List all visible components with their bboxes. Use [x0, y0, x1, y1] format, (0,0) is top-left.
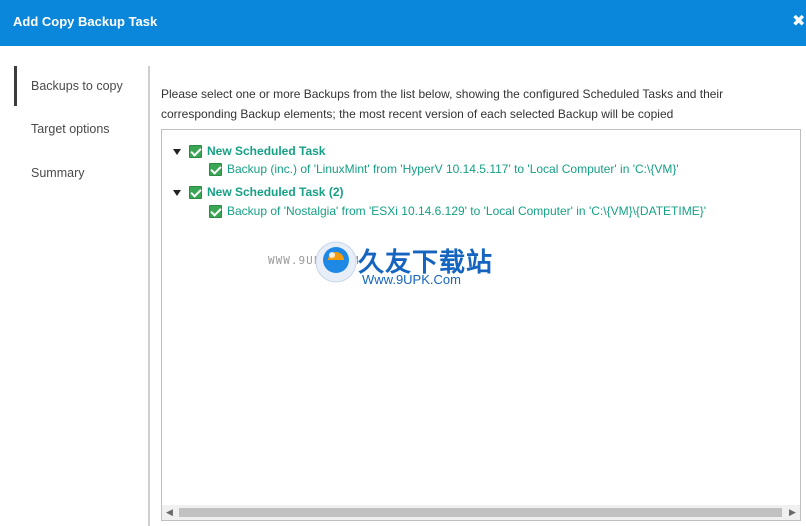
expand-caret-icon[interactable] — [173, 189, 181, 196]
tree-node-backup-2[interactable]: Backup of 'Nostalgia' from 'ESXi 10.14.6… — [209, 203, 706, 219]
nav-item-backups-to-copy[interactable]: Backups to copy — [31, 79, 123, 93]
close-icon[interactable]: ✖ — [792, 12, 806, 32]
nav-item-summary[interactable]: Summary — [31, 166, 84, 180]
window-title: Add Copy Backup Task — [13, 14, 158, 29]
watermark-url: Www.9UPK.Com — [362, 272, 461, 287]
checkbox-checked-icon[interactable] — [189, 145, 202, 159]
backup-tree-list[interactable]: New Scheduled Task Backup (inc.) of 'Lin… — [161, 129, 801, 521]
instructions-text: Please select one or more Backups from t… — [161, 87, 724, 121]
scrollbar-thumb[interactable] — [179, 508, 782, 517]
title-bar: Add Copy Backup Task ✖ — [0, 0, 806, 46]
checkbox-checked-icon[interactable] — [209, 205, 222, 219]
scroll-right-arrow-icon[interactable]: ▶ — [785, 505, 800, 520]
expand-caret-icon[interactable] — [173, 148, 181, 155]
nav-divider — [148, 66, 150, 526]
tree-node-task-2[interactable]: New Scheduled Task (2) — [173, 184, 343, 200]
tree-node-label: New Scheduled Task — [207, 144, 326, 158]
tree-node-label: Backup of 'Nostalgia' from 'ESXi 10.14.6… — [227, 204, 706, 218]
tree-node-label: New Scheduled Task (2) — [207, 185, 344, 199]
scroll-left-arrow-icon[interactable]: ◀ — [162, 505, 177, 520]
active-step-indicator — [14, 66, 17, 106]
tree-node-label: Backup (inc.) of 'LinuxMint' from 'Hyper… — [227, 162, 679, 176]
tree-node-backup-1[interactable]: Backup (inc.) of 'LinuxMint' from 'Hyper… — [209, 161, 679, 177]
nav-item-target-options[interactable]: Target options — [31, 122, 110, 136]
watermark-logo-icon — [315, 241, 357, 283]
checkbox-checked-icon[interactable] — [209, 163, 222, 177]
wizard-nav: Backups to copy Target options Summary — [0, 46, 148, 526]
watermark: WWW.9UPK.COM 久友下载站 Www.9UPK.Com — [268, 238, 498, 294]
horizontal-scrollbar[interactable]: ◀ ▶ — [162, 505, 800, 520]
tree-node-task-1[interactable]: New Scheduled Task — [173, 143, 325, 159]
checkbox-checked-icon[interactable] — [189, 186, 202, 200]
